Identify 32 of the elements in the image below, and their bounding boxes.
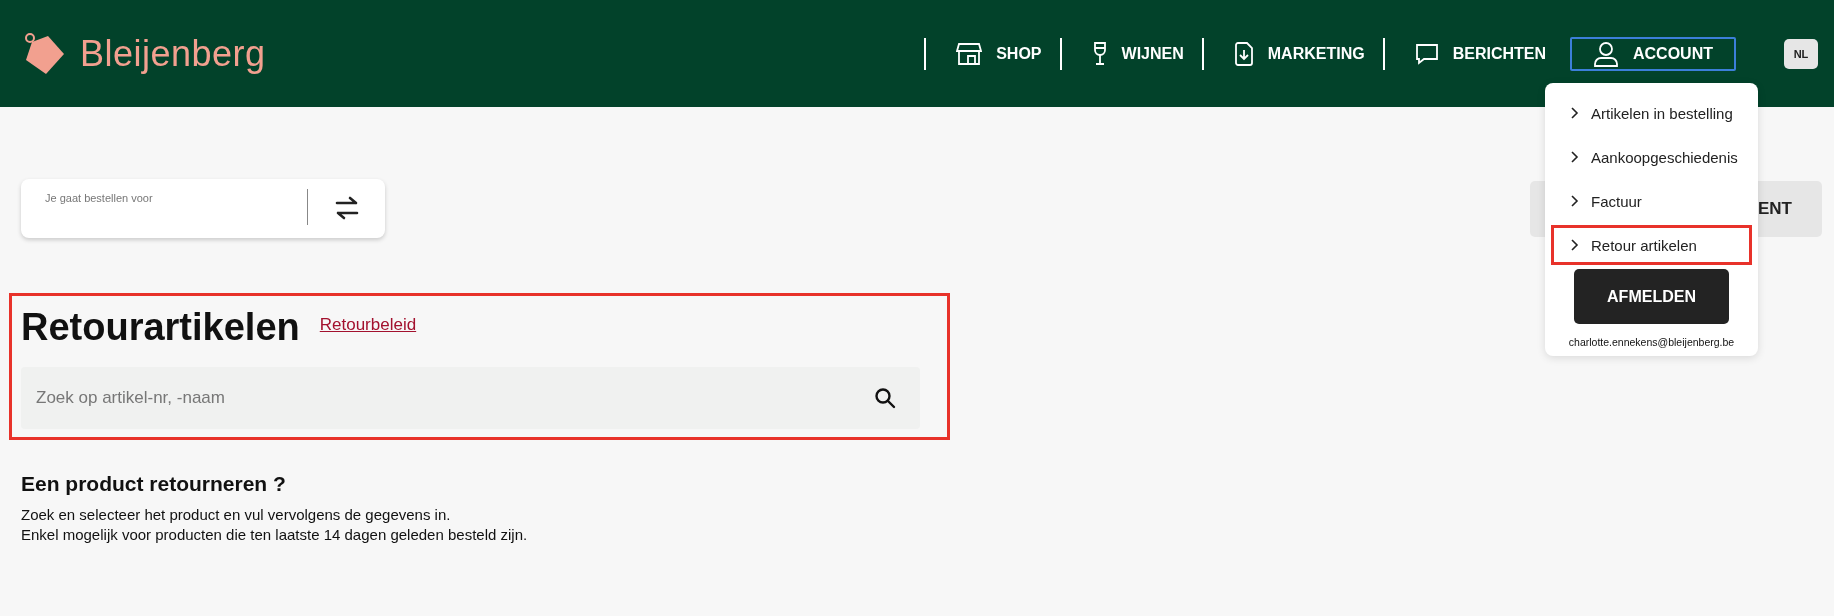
menu-item[interactable]: Aankoopgeschiedenis	[1551, 137, 1752, 177]
menu-item[interactable]: Factuur	[1551, 181, 1752, 221]
brand-name[interactable]: Bleijenberg	[80, 32, 266, 75]
nav-link[interactable]: BERICHTEN	[1404, 36, 1556, 71]
swap-arrows-icon[interactable]	[335, 196, 359, 220]
customer-card[interactable]: Je gaat bestellen voor	[21, 179, 385, 238]
search-field[interactable]: Zoek op artikel-nr, -naam	[21, 367, 920, 429]
download-document-icon	[1233, 41, 1254, 66]
menu-item[interactable]: Artikelen in bestelling	[1551, 93, 1752, 133]
return-policy-link[interactable]: Retourbeleid	[319, 314, 417, 335]
store-icon	[956, 41, 983, 66]
language-button[interactable]: NL	[1784, 38, 1818, 69]
user-email: charlotte.ennekens@bleijenberg.be	[1568, 336, 1735, 348]
search-icon[interactable]	[874, 387, 896, 409]
info-text: Zoek en selecteer het product en vul vervolgens de gegevens in.	[21, 506, 452, 523]
user-icon	[1593, 40, 1619, 67]
chevron-right-icon	[1571, 195, 1579, 207]
chevron-right-icon	[1571, 151, 1579, 163]
nav-link[interactable]: ACCOUNT	[1570, 36, 1736, 71]
nav-link[interactable]: MARKETING	[1223, 36, 1375, 71]
logout-button[interactable]: AFMELDEN	[1574, 269, 1729, 324]
info-heading: Een product retourneren ?	[21, 472, 287, 496]
nav-link[interactable]: WIJNEN	[1081, 36, 1194, 71]
page-title: Retourartikelen	[21, 306, 300, 349]
chat-bubble-icon	[1414, 42, 1439, 65]
wine-glass-icon	[1091, 41, 1108, 66]
chevron-right-icon	[1571, 239, 1579, 251]
info-text: Enkel mogelijk voor producten die ten laatste 14 dagen geleden besteld zijn.	[21, 526, 529, 543]
nav-link[interactable]: SHOP	[946, 36, 1052, 71]
card-label: Je gaat bestellen voor	[45, 192, 154, 204]
chevron-right-icon	[1571, 107, 1579, 119]
menu-item[interactable]: Retour artikelen	[1551, 225, 1752, 265]
